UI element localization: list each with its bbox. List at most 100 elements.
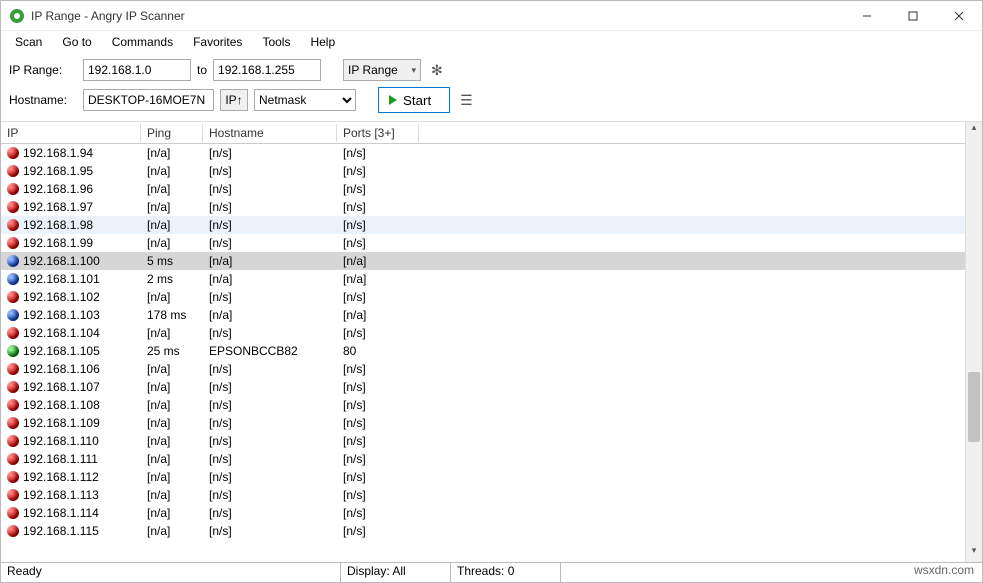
cell-hostname: EPSONBCCB82	[203, 343, 337, 359]
status-dot-icon	[7, 201, 19, 213]
results-area: IP Ping Hostname Ports [3+] 192.168.1.94…	[1, 122, 982, 562]
table-row[interactable]: 192.168.1.104[n/a][n/s][n/s]	[1, 324, 965, 342]
cell-ip: 192.168.1.115	[23, 524, 99, 538]
table-row[interactable]: 192.168.1.10525 msEPSONBCCB8280	[1, 342, 965, 360]
table-row[interactable]: 192.168.1.102[n/a][n/s][n/s]	[1, 288, 965, 306]
cell-ping: [n/a]	[141, 433, 203, 449]
cell-ports: [n/s]	[337, 505, 419, 521]
cell-hostname: [n/s]	[203, 289, 337, 305]
table-row[interactable]: 192.168.1.1012 ms[n/a][n/a]	[1, 270, 965, 288]
table-row[interactable]: 192.168.1.113[n/a][n/s][n/s]	[1, 486, 965, 504]
ip-from-input[interactable]	[83, 59, 191, 81]
table-row[interactable]: 192.168.1.114[n/a][n/s][n/s]	[1, 504, 965, 522]
status-dot-icon	[7, 183, 19, 195]
menu-tools[interactable]: Tools	[254, 33, 298, 51]
menu-commands[interactable]: Commands	[104, 33, 181, 51]
cell-ports: 80	[337, 343, 419, 359]
cell-ports: [n/s]	[337, 181, 419, 197]
status-dot-icon	[7, 435, 19, 447]
col-header-ports[interactable]: Ports [3+]	[337, 124, 419, 142]
col-header-ping[interactable]: Ping	[141, 124, 203, 142]
menu-icon[interactable]: ☰	[456, 92, 477, 109]
table-row[interactable]: 192.168.1.98[n/a][n/s][n/s]	[1, 216, 965, 234]
cell-ip: 192.168.1.104	[23, 326, 100, 340]
cell-ping: [n/a]	[141, 523, 203, 539]
statusbar: Ready Display: All Threads: 0 wsxdn.com	[1, 562, 982, 582]
cell-ping: [n/a]	[141, 289, 203, 305]
cell-hostname: [n/s]	[203, 181, 337, 197]
netmask-select[interactable]: Netmask	[254, 89, 356, 111]
status-dot-icon	[7, 381, 19, 393]
cell-ip: 192.168.1.102	[23, 290, 100, 304]
cell-ip: 192.168.1.95	[23, 164, 93, 178]
cell-ip: 192.168.1.98	[23, 218, 93, 232]
scroll-up-arrow[interactable]: ▴	[966, 122, 982, 139]
website-label: wsxdn.com	[561, 563, 982, 582]
cell-ping: [n/a]	[141, 235, 203, 251]
status-threads: Threads: 0	[451, 563, 561, 582]
table-row[interactable]: 192.168.1.1005 ms[n/a][n/a]	[1, 252, 965, 270]
range-selector-dropdown[interactable]: IP Range▾	[343, 59, 421, 81]
cell-ping: [n/a]	[141, 181, 203, 197]
status-dot-icon	[7, 453, 19, 465]
minimize-button[interactable]	[844, 1, 890, 31]
table-row[interactable]: 192.168.1.96[n/a][n/s][n/s]	[1, 180, 965, 198]
cell-ping: 2 ms	[141, 271, 203, 287]
cell-ping: [n/a]	[141, 505, 203, 521]
menu-scan[interactable]: Scan	[7, 33, 50, 51]
cell-hostname: [n/s]	[203, 361, 337, 377]
cell-ports: [n/s]	[337, 235, 419, 251]
table-row[interactable]: 192.168.1.106[n/a][n/s][n/s]	[1, 360, 965, 378]
table-row[interactable]: 192.168.1.107[n/a][n/s][n/s]	[1, 378, 965, 396]
table-row[interactable]: 192.168.1.99[n/a][n/s][n/s]	[1, 234, 965, 252]
cell-ip: 192.168.1.101	[23, 272, 100, 286]
table-row[interactable]: 192.168.1.110[n/a][n/s][n/s]	[1, 432, 965, 450]
cell-ip: 192.168.1.112	[23, 470, 99, 484]
cell-ports: [n/s]	[337, 487, 419, 503]
app-window: IP Range - Angry IP Scanner Scan Go to C…	[0, 0, 983, 583]
status-dot-icon	[7, 417, 19, 429]
table-row[interactable]: 192.168.1.94[n/a][n/s][n/s]	[1, 144, 965, 162]
menu-help[interactable]: Help	[302, 33, 343, 51]
table-row[interactable]: 192.168.1.112[n/a][n/s][n/s]	[1, 468, 965, 486]
cell-hostname: [n/s]	[203, 433, 337, 449]
table-row[interactable]: 192.168.1.115[n/a][n/s][n/s]	[1, 522, 965, 540]
scroll-down-arrow[interactable]: ▾	[966, 545, 982, 562]
gear-icon[interactable]: ✻	[427, 62, 447, 79]
cell-ping: [n/a]	[141, 379, 203, 395]
cell-hostname: [n/s]	[203, 523, 337, 539]
cell-ports: [n/s]	[337, 289, 419, 305]
maximize-button[interactable]	[890, 1, 936, 31]
scrollbar-thumb[interactable]	[968, 372, 980, 442]
close-button[interactable]	[936, 1, 982, 31]
table-row[interactable]: 192.168.1.95[n/a][n/s][n/s]	[1, 162, 965, 180]
ip-to-input[interactable]	[213, 59, 321, 81]
cell-hostname: [n/s]	[203, 397, 337, 413]
titlebar: IP Range - Angry IP Scanner	[1, 1, 982, 31]
toolbar-row-2: Hostname: IP↑ Netmask Start ☰	[9, 87, 974, 113]
cell-hostname: [n/s]	[203, 487, 337, 503]
table-row[interactable]: 192.168.1.97[n/a][n/s][n/s]	[1, 198, 965, 216]
cell-ports: [n/s]	[337, 379, 419, 395]
hostname-input[interactable]	[83, 89, 214, 111]
col-header-hostname[interactable]: Hostname	[203, 124, 337, 142]
cell-ip: 192.168.1.100	[23, 254, 100, 268]
vertical-scrollbar[interactable]: ▴ ▾	[965, 122, 982, 562]
table-header: IP Ping Hostname Ports [3+]	[1, 122, 965, 144]
table-row[interactable]: 192.168.1.103178 ms[n/a][n/a]	[1, 306, 965, 324]
table-row[interactable]: 192.168.1.111[n/a][n/s][n/s]	[1, 450, 965, 468]
table-row[interactable]: 192.168.1.109[n/a][n/s][n/s]	[1, 414, 965, 432]
cell-hostname: [n/s]	[203, 469, 337, 485]
cell-ports: [n/a]	[337, 253, 419, 269]
menu-favorites[interactable]: Favorites	[185, 33, 250, 51]
status-ready: Ready	[1, 563, 341, 582]
start-button[interactable]: Start	[378, 87, 450, 113]
ip-up-button[interactable]: IP↑	[220, 89, 248, 111]
status-dot-icon	[7, 255, 19, 267]
col-header-ip[interactable]: IP	[1, 124, 141, 142]
cell-ping: [n/a]	[141, 325, 203, 341]
cell-ip: 192.168.1.94	[23, 146, 93, 160]
cell-ports: [n/s]	[337, 361, 419, 377]
table-row[interactable]: 192.168.1.108[n/a][n/s][n/s]	[1, 396, 965, 414]
menu-goto[interactable]: Go to	[54, 33, 99, 51]
